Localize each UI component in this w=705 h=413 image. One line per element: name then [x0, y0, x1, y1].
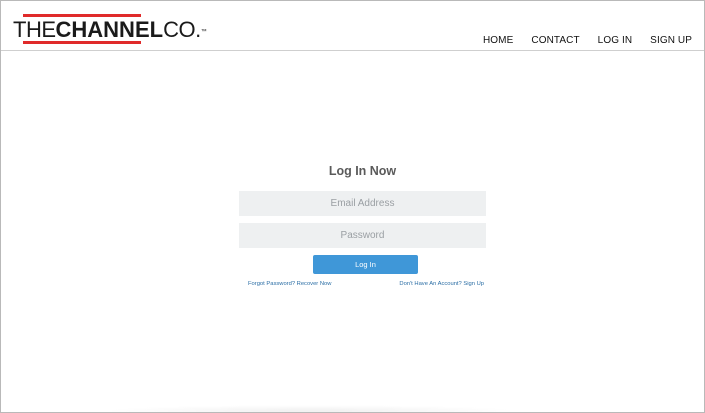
sign-up-link[interactable]: Don't Have An Account? Sign Up — [399, 281, 484, 287]
email-field[interactable] — [239, 191, 486, 216]
logo-wordmark: THECHANNELCO.™ — [13, 17, 207, 42]
login-form: Log In Now Log In Forgot Password? Recov… — [239, 163, 486, 287]
site-header: THECHANNELCO.™ HOME CONTACT LOG IN SIGN … — [1, 1, 704, 51]
nav-contact[interactable]: CONTACT — [531, 35, 579, 46]
nav-log-in[interactable]: LOG IN — [598, 35, 633, 46]
login-title: Log In Now — [328, 164, 397, 178]
nav-home[interactable]: HOME — [483, 35, 513, 46]
forgot-password-link[interactable]: Forgot Password? Recover Now — [248, 281, 331, 287]
main-nav: HOME CONTACT LOG IN SIGN UP — [465, 35, 692, 46]
logo-text-the: THE — [13, 17, 56, 42]
logo-accent-bar-bottom — [23, 41, 141, 44]
password-field[interactable] — [239, 223, 486, 248]
logo-text-channel: CHANNEL — [55, 17, 164, 42]
browser-frame: THECHANNELCO.™ HOME CONTACT LOG IN SIGN … — [0, 0, 705, 413]
bottom-shadow — [101, 405, 521, 412]
nav-sign-up[interactable]: SIGN UP — [650, 35, 692, 46]
logo-text-co: CO. — [163, 17, 201, 42]
logo-trademark: ™ — [200, 29, 207, 35]
log-in-button[interactable]: Log In — [313, 255, 418, 274]
